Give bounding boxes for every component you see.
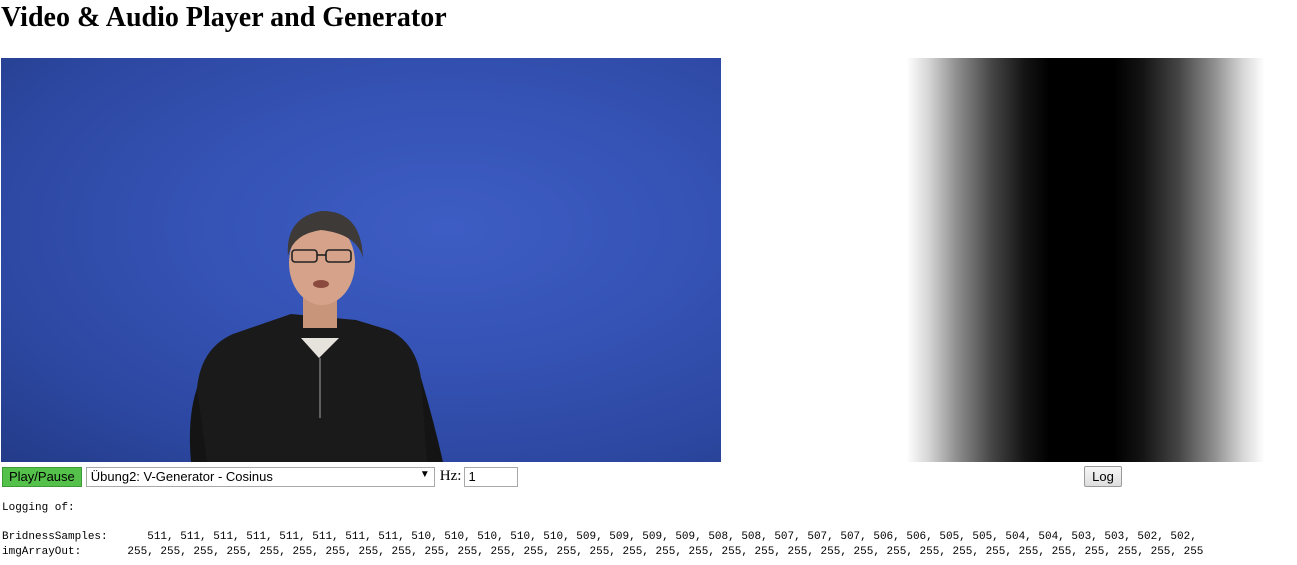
log-row-values: 511, 511, 511, 511, 511, 511, 511, 511, … [107,531,1197,543]
log-row-values: 255, 255, 255, 255, 255, 255, 255, 255, … [81,546,1204,558]
log-button[interactable]: Log [1084,466,1122,487]
generator-canvas [907,58,1264,462]
log-row-imgarray: imgArrayOut: 255, 255, 255, 255, 255, 25… [2,546,1297,558]
log-row-label: BridnessSamples: [2,531,108,543]
hz-label: Hz: [439,468,462,484]
log-row-label: imgArrayOut: [2,546,82,558]
hz-input[interactable] [464,466,519,487]
log-row-brightness: BridnessSamples: 511, 511, 511, 511, 511… [2,531,1297,543]
player-controls: Play/Pause Übung2: V-Generator - Cosinus… [2,466,519,487]
page-title: Video & Audio Player and Generator [1,2,447,33]
log-heading: Logging of: [2,502,75,514]
chevron-down-icon: ▼ [419,468,430,480]
generator-select[interactable]: Übung2: V-Generator - Cosinus ▼ [85,466,435,487]
video-player[interactable] [1,58,721,462]
video-frame-person [189,210,443,462]
generator-select-value: Übung2: V-Generator - Cosinus [90,469,273,484]
play-pause-button[interactable]: Play/Pause [2,466,82,487]
